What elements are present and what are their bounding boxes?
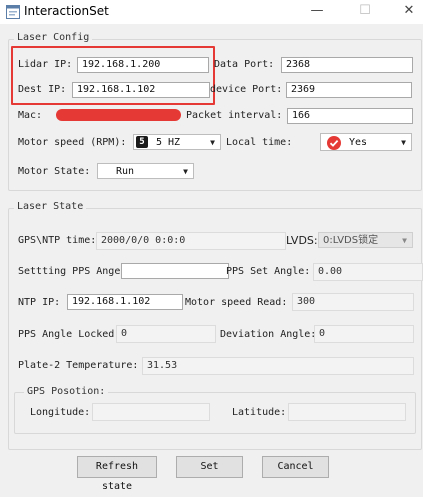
chevron-down-icon: ▼ — [401, 138, 406, 147]
setting-pps-label: Settting PPS Ange — [18, 266, 121, 277]
lvds-value: 0:LVDS锁定 — [323, 235, 379, 246]
chevron-down-icon: ▼ — [402, 236, 407, 245]
motor-speed-read-value: 300 — [292, 293, 414, 311]
plate-temp-label: Plate-2 Temperature: — [18, 360, 139, 371]
chevron-down-icon: ▼ — [210, 138, 215, 147]
lidar-ip-label: Lidar IP: — [18, 59, 73, 70]
setting-pps-input[interactable] — [121, 263, 229, 279]
speed-badge-icon: 5 — [136, 136, 148, 148]
lvds-select[interactable]: 0:LVDS锁定 ▼ — [318, 232, 413, 248]
lidar-ip-input[interactable]: 192.168.1.200 — [77, 57, 209, 73]
mac-label: Mac: — [18, 110, 43, 121]
gps-ntp-value: 2000/0/0 0:0:0 — [96, 232, 286, 250]
device-port-label: device Port: — [210, 84, 283, 95]
pps-locked-label: PPS Angle Locked: — [18, 329, 121, 340]
pps-locked-value: 0 — [116, 325, 216, 343]
longitude-value — [92, 403, 210, 421]
cancel-button[interactable]: Cancel — [262, 456, 329, 478]
motor-speed-label: Motor speed (RPM): — [18, 137, 127, 148]
gps-position-title: GPS Posotion: — [24, 386, 109, 397]
check-circle-icon — [327, 136, 341, 150]
dest-ip-input[interactable]: 192.168.1.102 — [72, 82, 210, 98]
set-button[interactable]: Set — [176, 456, 243, 478]
motor-state-value: Run — [116, 166, 135, 177]
pps-set-angle-label: PPS Set Angle: — [226, 266, 311, 277]
ntp-ip-input[interactable]: 192.168.1.102 — [67, 294, 183, 310]
motor-speed-value: 5 HZ — [156, 137, 181, 148]
dest-ip-label: Dest IP: — [18, 84, 67, 95]
ntp-ip-label: NTP IP: — [18, 297, 61, 308]
laser-config-title: Laser Config — [14, 32, 93, 43]
data-port-label: Data Port: — [214, 59, 275, 70]
motor-speed-select[interactable]: 5 5 HZ ▼ — [133, 134, 221, 150]
longitude-label: Longitude: — [30, 407, 91, 418]
gps-ntp-label: GPS\NTP time: — [18, 235, 97, 246]
pps-set-angle-value: 0.00 — [313, 263, 423, 281]
close-button[interactable]: ✕ — [394, 0, 423, 24]
latitude-label: Latitude: — [232, 407, 287, 418]
data-port-input[interactable]: 2368 — [281, 57, 413, 73]
device-port-input[interactable]: 2369 — [286, 82, 412, 98]
plate-temp-value: 31.53 — [142, 357, 414, 375]
local-time-value: Yes — [349, 137, 368, 148]
mac-redacted-value — [56, 109, 181, 121]
maximize-button[interactable]: ☐ — [350, 0, 380, 24]
refresh-state-button[interactable]: Refresh state — [77, 456, 157, 492]
window-title: InteractionSet — [24, 4, 109, 18]
packet-interval-label: Packet interval: — [186, 110, 283, 121]
latitude-value — [288, 403, 406, 421]
motor-state-label: Motor State: — [18, 166, 91, 177]
local-time-select[interactable]: Yes ▼ — [320, 133, 412, 151]
local-time-label: Local time: — [226, 137, 293, 148]
lvds-label: LVDS: — [286, 234, 318, 247]
deviation-label: Deviation Angle: — [220, 329, 317, 340]
app-icon — [6, 5, 20, 19]
minimize-button[interactable]: — — [302, 0, 332, 24]
laser-state-title: Laser State — [14, 201, 87, 212]
motor-state-select[interactable]: Run ▼ — [97, 163, 194, 179]
chevron-down-icon: ▼ — [183, 167, 188, 176]
motor-speed-read-label: Motor speed Read: — [185, 297, 288, 308]
packet-interval-input[interactable]: 166 — [287, 108, 413, 124]
deviation-value: 0 — [314, 325, 414, 343]
